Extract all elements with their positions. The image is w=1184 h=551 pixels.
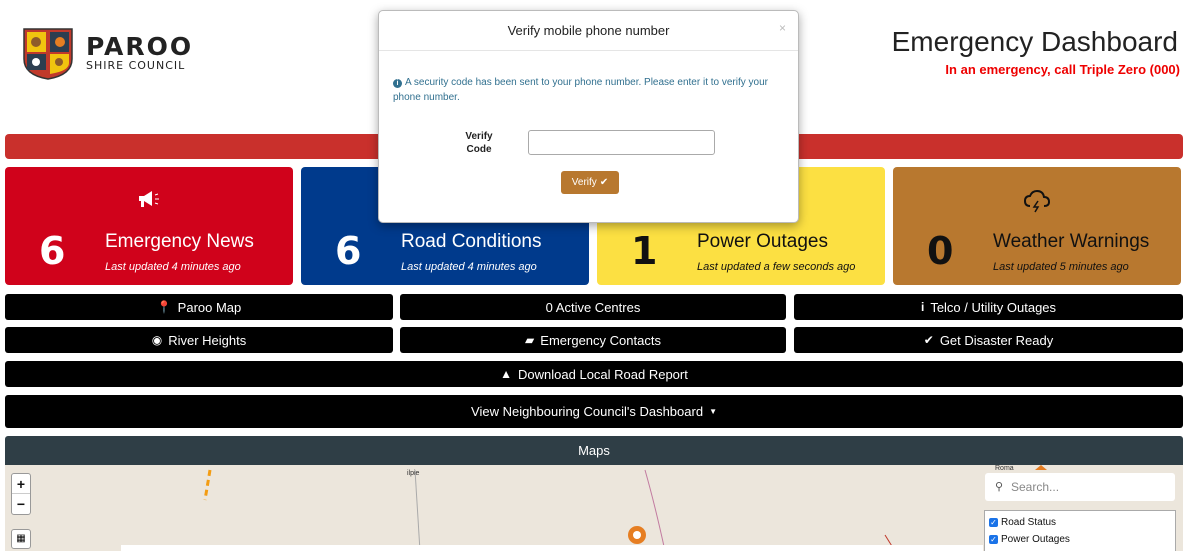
road-icon: ▲ (500, 367, 513, 381)
neighbouring-dashboard-dropdown[interactable]: View Neighbouring Council's Dashboard ▼ (5, 395, 1183, 428)
map-view[interactable]: ilpie Roma + − ▦ ⚲ Search... ✓ Road Stat… (5, 465, 1183, 551)
modal-info-message: iA security code has been sent to your p… (393, 77, 768, 103)
check-icon: ✔ (599, 177, 609, 188)
tile-updated: Last updated 4 minutes ago (401, 261, 537, 273)
zoom-in-button[interactable]: + (12, 474, 30, 494)
map-place-label: Roma (995, 465, 1014, 472)
button-label: View Neighbouring Council's Dashboard (471, 404, 704, 419)
tile-count: 0 (927, 229, 954, 273)
layer-toggle-power-outages[interactable]: ✓ Power Outages (989, 534, 1171, 545)
button-label: Emergency Contacts (540, 332, 661, 348)
layer-toggle-road-status[interactable]: ✓ Road Status (989, 517, 1171, 528)
map-place-label: ilpie (407, 470, 420, 477)
emergency-call-notice: In an emergency, call Triple Zero (000) (945, 62, 1180, 77)
tile-updated: Last updated a few seconds ago (697, 261, 856, 273)
tile-count: 6 (39, 229, 66, 273)
verify-phone-modal: Verify mobile phone number × iA security… (378, 10, 799, 223)
tile-label: Weather Warnings (993, 231, 1150, 252)
button-label: River Heights (168, 332, 247, 348)
telco-outages-button[interactable]: i Telco / Utility Outages (794, 294, 1183, 320)
tile-count: 6 (335, 229, 362, 273)
tile-updated: Last updated 5 minutes ago (993, 261, 1129, 273)
button-label: Download Local Road Report (518, 366, 688, 382)
paroo-map-button[interactable]: 📍 Paroo Map (5, 294, 393, 320)
verify-code-label: Verify Code (465, 131, 493, 155)
checkbox-checked-icon[interactable]: ✓ (989, 518, 998, 527)
logo-title: PAROO (86, 32, 194, 61)
megaphone-icon (5, 189, 293, 213)
button-label: Telco / Utility Outages (930, 299, 1057, 315)
verify-button[interactable]: Verify ✔ (561, 171, 619, 194)
page-title: Emergency Dashboard (891, 26, 1178, 57)
close-icon[interactable]: × (779, 21, 786, 35)
map-layers-icon[interactable]: ▦ (11, 529, 31, 549)
road-report-button[interactable]: ▲ Download Local Road Report (5, 361, 1183, 387)
layers-panel: ✓ Road Status ✓ Power Outages (984, 510, 1176, 551)
disaster-ready-button[interactable]: ✔ Get Disaster Ready (794, 327, 1183, 353)
council-logo[interactable]: PAROO SHIRE COUNCIL (20, 25, 193, 81)
info-circle-icon: i (393, 79, 402, 88)
modal-title: Verify mobile phone number (507, 23, 670, 38)
active-centres-button[interactable]: 0 Active Centres (400, 294, 786, 320)
map-search-input[interactable]: ⚲ Search... (985, 473, 1175, 501)
zoom-out-button[interactable]: − (12, 494, 30, 514)
tile-label: Power Outages (697, 231, 828, 252)
tile-updated: Last updated 4 minutes ago (105, 261, 241, 273)
storm-cloud-icon (893, 189, 1181, 213)
info-icon: i (920, 300, 925, 314)
tile-label: Road Conditions (401, 231, 542, 252)
tile-emergency-news[interactable]: 6 Emergency News Last updated 4 minutes … (5, 167, 293, 285)
book-icon: ▰ (525, 333, 535, 347)
button-label: Paroo Map (177, 299, 242, 315)
crest-icon (20, 25, 76, 81)
map-marker-icon: 📍 (156, 300, 172, 314)
caret-down-icon: ▼ (709, 407, 717, 416)
search-icon: ⚲ (995, 481, 1004, 493)
verify-code-input[interactable] (528, 130, 715, 155)
zoom-control: + − (11, 473, 31, 515)
tile-weather-warnings[interactable]: 0 Weather Warnings Last updated 5 minute… (893, 167, 1181, 285)
maps-header: Maps (5, 436, 1183, 465)
checkbox-checked-icon[interactable]: ✓ (989, 535, 998, 544)
tile-label: Emergency News (105, 231, 254, 252)
button-label: Get Disaster Ready (939, 332, 1054, 348)
river-heights-button[interactable]: ◉ River Heights (5, 327, 393, 353)
check-icon: ✔ (923, 333, 934, 347)
logo-subtitle: SHIRE COUNCIL (86, 59, 186, 72)
emergency-contacts-button[interactable]: ▰ Emergency Contacts (400, 327, 786, 353)
tile-count: 1 (631, 229, 658, 273)
emergency-dashboard-page: PAROO SHIRE COUNCIL Emergency Dashboard … (0, 0, 1184, 551)
button-label: 0 Active Centres (545, 299, 641, 315)
gauge-icon: ◉ (151, 333, 163, 347)
